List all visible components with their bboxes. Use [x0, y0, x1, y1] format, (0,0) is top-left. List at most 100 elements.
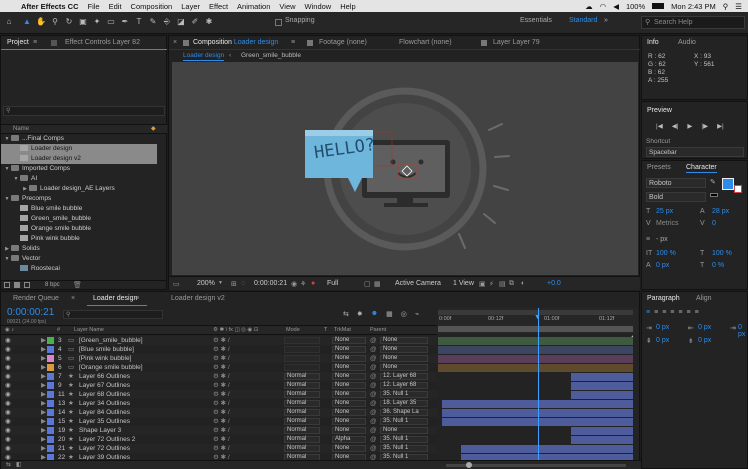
- spotlight-icon[interactable]: ⚲: [723, 2, 729, 11]
- layer-name[interactable]: Layer 72 Outlines: [79, 444, 130, 453]
- label-color-swatch[interactable]: [47, 436, 54, 443]
- twirl-right-icon[interactable]: ▶: [41, 390, 46, 399]
- pick-whip-icon[interactable]: @: [370, 444, 377, 453]
- label-column-icon[interactable]: ◆: [151, 125, 156, 132]
- pick-whip-icon[interactable]: @: [370, 399, 377, 408]
- project-folder[interactable]: ▼ Precomps: [1, 194, 167, 204]
- menu-effect[interactable]: Effect: [209, 2, 228, 11]
- mode-dropdown[interactable]: Normal: [284, 400, 320, 407]
- workspace-standard[interactable]: Standard: [569, 17, 597, 24]
- graph-editor-icon[interactable]: ⌁: [415, 310, 419, 318]
- pick-whip-icon[interactable]: @: [370, 390, 377, 399]
- space-after-value[interactable]: 0 px: [698, 337, 711, 344]
- layer-switches-icon[interactable]: ⚙ ✱ /: [213, 444, 230, 453]
- tsume-value[interactable]: 0 %: [712, 262, 724, 269]
- layer-switches-icon[interactable]: ⚙ ✱ /: [213, 372, 230, 381]
- parent-dropdown[interactable]: 35. Null 1: [380, 391, 428, 398]
- subtab-green-smile-bubble[interactable]: Green_smile_bubble: [241, 50, 301, 61]
- snapshot-icon[interactable]: ◉: [291, 280, 297, 288]
- label-color-swatch[interactable]: [47, 391, 54, 398]
- parent-dropdown[interactable]: 12. Layer 68: [380, 373, 428, 380]
- project-item[interactable]: Blue smile bubble: [1, 204, 167, 214]
- wifi-icon[interactable]: ◠: [600, 2, 607, 11]
- parent-dropdown[interactable]: 36. Shape La: [380, 409, 428, 416]
- visibility-eye-icon[interactable]: ◉: [5, 435, 11, 444]
- tab-layer[interactable]: Layer Layer 79: [493, 36, 540, 49]
- search-help-input[interactable]: ⚲ Search Help: [641, 16, 745, 29]
- clock[interactable]: Mon 2:43 PM: [671, 2, 716, 11]
- timeline-icon[interactable]: ▤: [499, 280, 506, 288]
- indent-right-value[interactable]: 0 px: [698, 324, 711, 331]
- font-family-dropdown[interactable]: Roboto: [646, 178, 706, 188]
- layer-duration-bar[interactable]: [570, 435, 633, 444]
- zoom-tool-icon[interactable]: ⚲: [50, 17, 60, 27]
- reset-exposure-icon[interactable]: ◐: [521, 280, 525, 287]
- visibility-eye-icon[interactable]: ◉: [5, 408, 11, 417]
- project-folder[interactable]: ▶ Solids: [1, 244, 167, 254]
- always-preview-icon[interactable]: ▭: [173, 280, 180, 288]
- brush-tool-icon[interactable]: ✎: [148, 17, 158, 27]
- label-color-swatch[interactable]: [47, 427, 54, 434]
- trkmat-dropdown[interactable]: None: [332, 400, 366, 407]
- frame-blending-icon[interactable]: ▦: [386, 310, 393, 318]
- mode-dropdown[interactable]: [284, 364, 320, 371]
- magnification-dropdown[interactable]: 200%: [197, 280, 215, 287]
- trkmat-dropdown[interactable]: None: [332, 409, 366, 416]
- label-color-swatch[interactable]: [47, 418, 54, 425]
- mode-dropdown[interactable]: Normal: [284, 391, 320, 398]
- layer-switches-icon[interactable]: ⚙ ✱ /: [213, 435, 230, 444]
- motion-blur-icon[interactable]: ◎: [401, 310, 407, 318]
- layer-switches-icon[interactable]: ⚙ ✱ /: [213, 336, 230, 345]
- viewer-close-icon[interactable]: ×: [173, 36, 177, 49]
- stroke-width-value[interactable]: - px: [656, 236, 668, 243]
- first-frame-icon[interactable]: |◀: [656, 122, 663, 130]
- align-left-icon[interactable]: ≡: [646, 309, 650, 316]
- tab-align[interactable]: Align: [696, 292, 712, 305]
- visibility-eye-icon[interactable]: ◉: [5, 372, 11, 381]
- battery-icon[interactable]: [652, 3, 665, 9]
- trkmat-dropdown[interactable]: None: [332, 346, 366, 353]
- layer-row[interactable]: ◉ ▶ 9 ★ Layer 67 Outlines ⚙ ✱ / Normal None @12.…: [1, 381, 437, 390]
- twirl-right-icon[interactable]: ▶: [41, 399, 46, 408]
- font-size-value[interactable]: 25 px: [656, 208, 673, 215]
- parent-dropdown[interactable]: None: [380, 364, 428, 371]
- show-snapshot-icon[interactable]: ⚘: [300, 280, 306, 288]
- tab-loader-design[interactable]: Loader design: [93, 292, 137, 305]
- tab-character[interactable]: Character: [686, 161, 717, 173]
- fill-color-swatch[interactable]: [722, 178, 734, 190]
- twirl-right-icon[interactable]: ▶: [41, 381, 46, 390]
- exposure-value[interactable]: +0.0: [547, 280, 561, 287]
- label-color-swatch[interactable]: [47, 346, 54, 353]
- visibility-eye-icon[interactable]: ◉: [5, 417, 11, 426]
- twirl-right-icon[interactable]: ▶: [41, 435, 46, 444]
- leading-value[interactable]: 28 px: [712, 208, 729, 215]
- layer-switches-icon[interactable]: ⚙ ✱ /: [213, 408, 230, 417]
- prev-frame-icon[interactable]: ◀|: [672, 122, 679, 130]
- column-layer-name[interactable]: Layer Name: [74, 327, 104, 333]
- project-item[interactable]: Loader design v2: [1, 154, 157, 164]
- camera-tool-icon[interactable]: ▣: [78, 17, 88, 27]
- pick-whip-icon[interactable]: @: [370, 426, 377, 435]
- layer-name[interactable]: [Orange smile bubble]: [79, 363, 143, 372]
- layer-row[interactable]: ◉ ▶ 14 ★ Layer 84 Outlines ⚙ ✱ / Normal None @36…: [1, 408, 437, 417]
- viewer-tab-menu-icon[interactable]: ≡: [291, 36, 295, 49]
- parent-dropdown[interactable]: None: [380, 346, 428, 353]
- mode-dropdown[interactable]: Normal: [284, 382, 320, 389]
- twirl-right-icon[interactable]: ▶: [41, 417, 46, 426]
- twirl-right-icon[interactable]: ▶: [21, 184, 29, 194]
- mode-dropdown[interactable]: Normal: [284, 409, 320, 416]
- mode-dropdown[interactable]: [284, 337, 320, 344]
- type-tool-icon[interactable]: T: [134, 17, 144, 27]
- layer-switches-icon[interactable]: ⚙ ✱ /: [213, 390, 230, 399]
- layer-switches-icon[interactable]: ⚙ ✱ /: [213, 417, 230, 426]
- channel-icon[interactable]: ●: [311, 280, 315, 287]
- flowchart-icon[interactable]: ⧉: [509, 280, 514, 288]
- cloud-icon[interactable]: ☁: [585, 2, 593, 11]
- menu-composition[interactable]: Composition: [131, 2, 173, 11]
- label-color-swatch[interactable]: [47, 382, 54, 389]
- twirl-right-icon[interactable]: ▶: [3, 244, 11, 254]
- mode-dropdown[interactable]: Normal: [284, 436, 320, 443]
- puppet-tool-icon[interactable]: ✱: [204, 17, 214, 27]
- toggle-pixel-aspect-icon[interactable]: ▣: [479, 280, 486, 288]
- playhead-icon[interactable]: ▼: [534, 314, 541, 321]
